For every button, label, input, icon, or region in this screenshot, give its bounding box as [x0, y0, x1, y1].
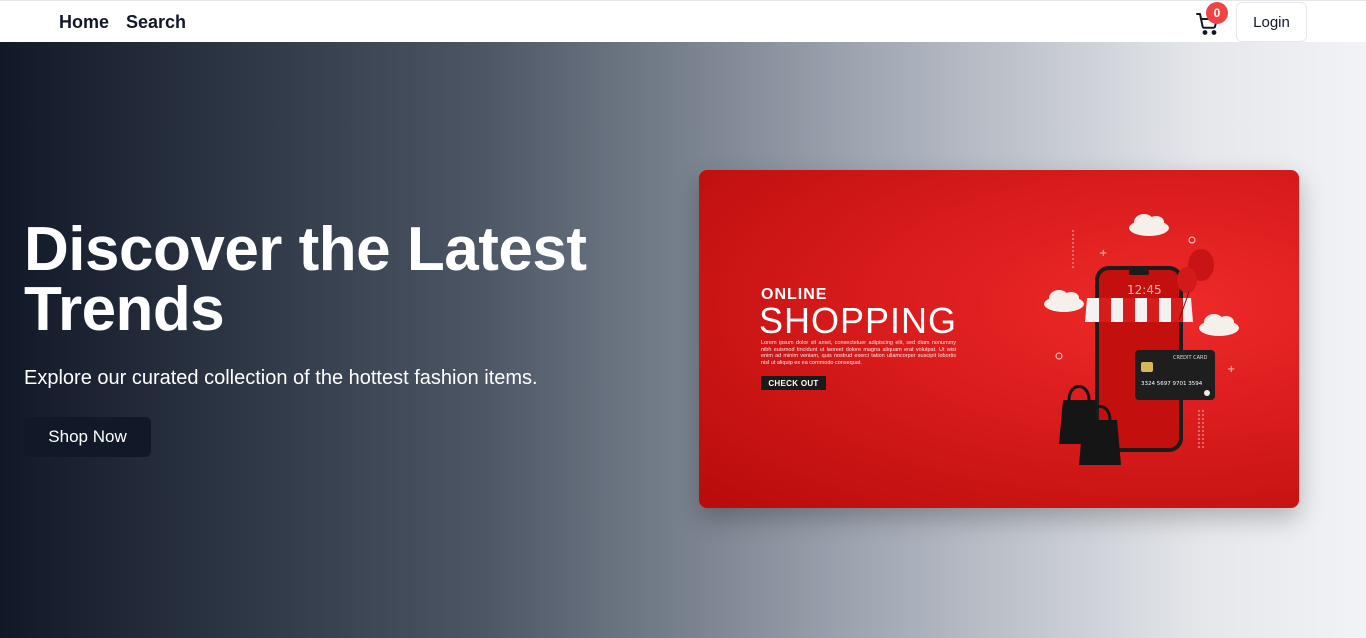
nav-home-link[interactable]: Home — [59, 12, 109, 33]
phone-shopping-illustration: + + 12:45 CREDIT CARD 3324 5697 9701 359… — [1044, 214, 1239, 465]
top-navbar: Home Search 0 Login — [0, 0, 1366, 42]
phone-time: 12:45 — [1127, 283, 1162, 297]
nav-search-link[interactable]: Search — [126, 12, 186, 33]
banner-checkout-label: CHECK OUT — [761, 376, 826, 390]
svg-text:+: + — [1227, 364, 1235, 375]
svg-text:+: + — [1099, 248, 1107, 259]
banner-shopping-text: SHOPPING — [759, 300, 958, 341]
login-button[interactable]: Login — [1236, 2, 1307, 42]
shop-now-button[interactable]: Shop Now — [24, 417, 151, 457]
hero-section: Discover the Latest Trends Explore our c… — [0, 42, 1366, 638]
card-label: CREDIT CARD — [1173, 355, 1207, 361]
banner-body-text: Lorem ipsum dolor sit amet, consectetuer… — [761, 340, 956, 366]
hero-title: Discover the Latest Trends — [24, 215, 587, 344]
hero-subtitle: Explore our curated collection of the ho… — [24, 367, 538, 389]
online-shopping-banner-image: ONLINE SHOPPING Lorem ipsum dolor sit am… — [699, 170, 1299, 508]
cart-button[interactable]: 0 — [1196, 2, 1228, 36]
card-number: 3324 5697 9701 3594 — [1141, 381, 1203, 387]
cart-count-badge: 0 — [1206, 2, 1228, 24]
